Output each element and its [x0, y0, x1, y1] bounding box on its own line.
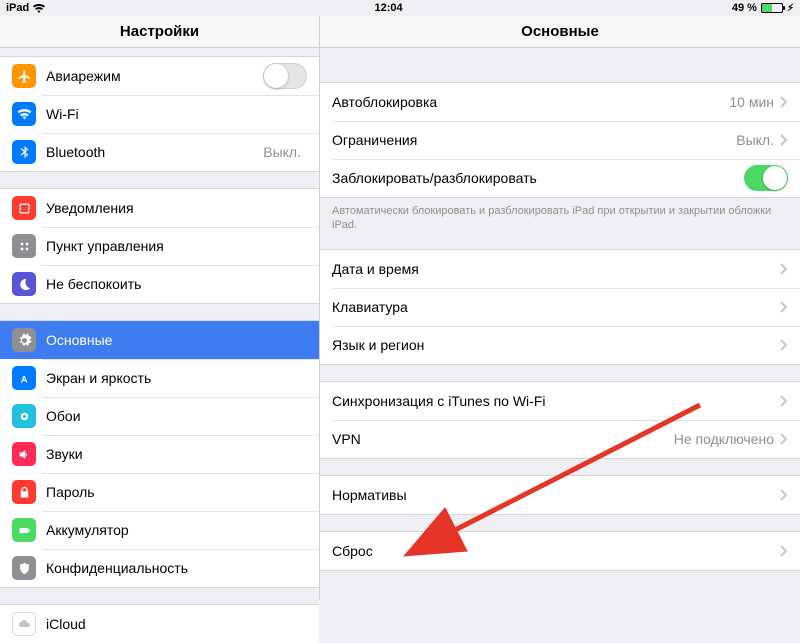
chevron-right-icon [780, 489, 788, 501]
row-label: Клавиатура [332, 299, 780, 315]
row-restrictions[interactable]: Ограничения Выкл. [320, 121, 800, 159]
wifi-icon [12, 102, 36, 126]
sidebar-group-icloud: iCloud [0, 604, 319, 643]
row-label: Сброс [332, 543, 780, 559]
row-vpn[interactable]: VPN Не подключено [320, 420, 800, 458]
wallpaper-icon [12, 404, 36, 428]
sidebar-item-passcode[interactable]: Пароль [0, 473, 319, 511]
sidebar-item-wifi[interactable]: Wi-Fi [0, 95, 319, 133]
bluetooth-icon [12, 140, 36, 164]
sidebar-item-label: Обои [46, 408, 307, 424]
sidebar-item-control-center[interactable]: Пункт управления [0, 227, 319, 265]
row-label: Заблокировать/разблокировать [332, 170, 744, 186]
sidebar-item-privacy[interactable]: Конфиденциальность [0, 549, 319, 587]
row-label: Синхронизация с iTunes по Wi-Fi [332, 393, 780, 409]
icloud-icon [12, 612, 36, 636]
sidebar-item-battery[interactable]: Аккумулятор [0, 511, 319, 549]
sidebar-item-label: Конфиденциальность [46, 560, 307, 576]
battery-pct: 49 % [732, 2, 757, 14]
sidebar-item-label: iCloud [46, 616, 307, 632]
chevron-right-icon [780, 545, 788, 557]
airplane-icon [12, 64, 36, 88]
time-label: 12:04 [374, 2, 402, 14]
display-icon: A [12, 366, 36, 390]
sidebar-item-label: Уведомления [46, 200, 307, 216]
row-label: Нормативы [332, 487, 780, 503]
sidebar-group-network: Авиарежим Wi-Fi Bluetooth Выкл. [0, 56, 319, 172]
sidebar-item-label: Пароль [46, 484, 307, 500]
sidebar-item-label: Экран и яркость [46, 370, 307, 386]
row-label: Автоблокировка [332, 94, 729, 110]
lock-icon [12, 480, 36, 504]
row-value: 10 мин [729, 94, 774, 110]
sidebar-item-label: Авиарежим [46, 68, 263, 84]
chevron-right-icon [780, 301, 788, 313]
sidebar-item-airplane[interactable]: Авиарежим [0, 57, 319, 95]
sidebar-item-wallpaper[interactable]: Обои [0, 397, 319, 435]
chevron-right-icon [780, 395, 788, 407]
row-language[interactable]: Язык и регион [320, 326, 800, 364]
detail-footnote: Автоматически блокировать и разблокирова… [320, 198, 800, 233]
sidebar-group-notify: Уведомления Пункт управления Не беспокои… [0, 188, 319, 304]
control-center-icon [12, 234, 36, 258]
battery-icon [12, 518, 36, 542]
row-regulatory[interactable]: Нормативы [320, 476, 800, 514]
device-label: iPad [6, 2, 29, 14]
notifications-icon [12, 196, 36, 220]
sidebar-item-label: Аккумулятор [46, 522, 307, 538]
sidebar-item-label: Bluetooth [46, 144, 263, 160]
sidebar-item-display[interactable]: A Экран и яркость [0, 359, 319, 397]
sound-icon [12, 442, 36, 466]
row-label: VPN [332, 431, 674, 447]
chevron-right-icon [780, 96, 788, 108]
sidebar-item-general[interactable]: Основные [0, 321, 319, 359]
wifi-icon [33, 4, 45, 13]
gear-icon [12, 328, 36, 352]
row-itunes-wifi[interactable]: Синхронизация с iTunes по Wi-Fi [320, 382, 800, 420]
detail-panel: Основные Автоблокировка 10 мин Ограничен… [320, 16, 800, 600]
sidebar-item-label: Основные [46, 332, 307, 348]
row-datetime[interactable]: Дата и время [320, 250, 800, 288]
row-label: Язык и регион [332, 337, 780, 353]
chevron-right-icon [780, 263, 788, 275]
privacy-icon [12, 556, 36, 580]
dnd-icon [12, 272, 36, 296]
battery-icon [761, 3, 783, 13]
chevron-right-icon [780, 433, 788, 445]
row-reset[interactable]: Сброс [320, 532, 800, 570]
detail-group-3: Синхронизация с iTunes по Wi-Fi VPN Не п… [320, 381, 800, 459]
sidebar-item-label: Не беспокоить [46, 276, 307, 292]
row-value: Выкл. [736, 132, 774, 148]
sidebar-group-general: Основные A Экран и яркость Обои Звуки Па… [0, 320, 319, 588]
row-keyboard[interactable]: Клавиатура [320, 288, 800, 326]
sidebar-item-value: Выкл. [263, 144, 301, 160]
sidebar-item-icloud[interactable]: iCloud [0, 605, 319, 643]
sidebar-item-label: Пункт управления [46, 238, 307, 254]
sidebar-item-label: Wi-Fi [46, 106, 301, 122]
settings-sidebar: Настройки Авиарежим Wi-Fi Bluetooth Выкл… [0, 16, 320, 600]
svg-text:A: A [20, 374, 27, 384]
sidebar-item-sounds[interactable]: Звуки [0, 435, 319, 473]
detail-title: Основные [320, 16, 800, 48]
row-lockunlock[interactable]: Заблокировать/разблокировать [320, 159, 800, 197]
charging-icon: ⚡︎ [787, 3, 794, 14]
sidebar-item-label: Звуки [46, 446, 307, 462]
sidebar-item-dnd[interactable]: Не беспокоить [0, 265, 319, 303]
row-autolock[interactable]: Автоблокировка 10 мин [320, 83, 800, 121]
lockunlock-toggle[interactable] [744, 165, 788, 191]
row-value: Не подключено [674, 431, 774, 447]
sidebar-item-notifications[interactable]: Уведомления [0, 189, 319, 227]
row-label: Дата и время [332, 261, 780, 277]
chevron-right-icon [780, 339, 788, 351]
sidebar-item-bluetooth[interactable]: Bluetooth Выкл. [0, 133, 319, 171]
sidebar-title: Настройки [0, 16, 319, 48]
airplane-toggle[interactable] [263, 63, 307, 89]
chevron-right-icon [780, 134, 788, 146]
detail-group-5: Сброс [320, 531, 800, 571]
detail-group-4: Нормативы [320, 475, 800, 515]
row-label: Ограничения [332, 132, 736, 148]
detail-group-2: Дата и время Клавиатура Язык и регион [320, 249, 800, 365]
status-bar: iPad 12:04 49 % ⚡︎ [0, 0, 800, 16]
detail-group-1: Автоблокировка 10 мин Ограничения Выкл. … [320, 82, 800, 198]
